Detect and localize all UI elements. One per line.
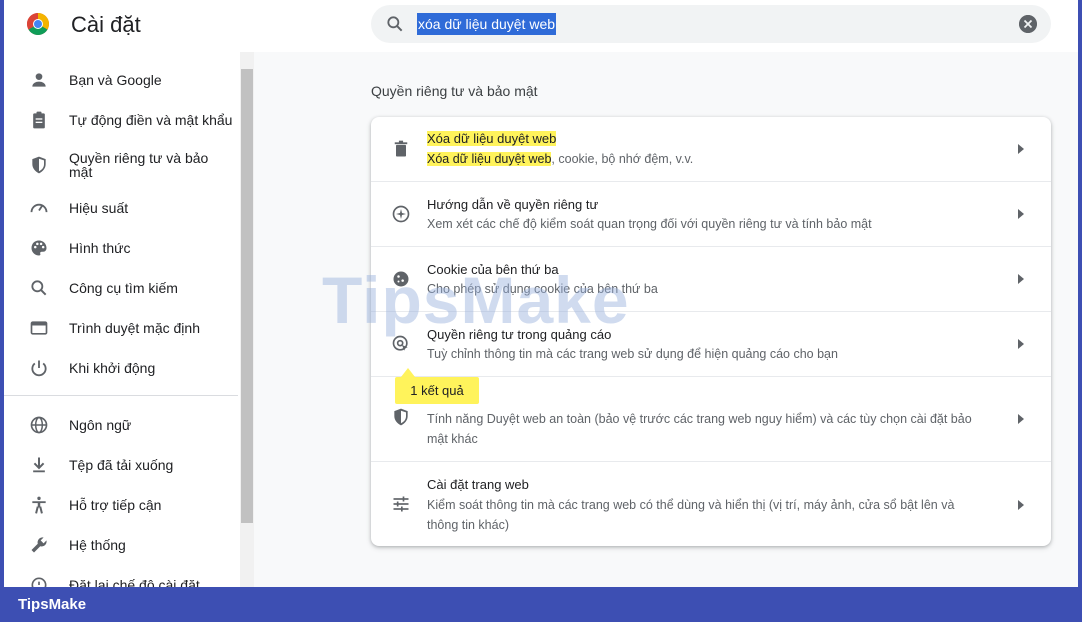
row-clear-browsing-data[interactable]: Xóa dữ liệu duyệt web Xóa dữ liệu duyệt … (371, 117, 1051, 182)
sidebar-item-accessibility[interactable]: Hỗ trợ tiếp cận (4, 486, 240, 524)
sidebar-item-system[interactable]: Hệ thống (4, 526, 240, 564)
sidebar-item-autofill[interactable]: Tự động điền và mật khẩu (4, 101, 240, 139)
sidebar-item-privacy[interactable]: Quyền riêng tư và bảo mật (4, 146, 240, 184)
sidebar: Bạn và Google Tự động điền và mật khẩu Q… (4, 52, 242, 587)
person-icon (32, 73, 46, 87)
highlight-match: Xóa dữ liệu duyệt web (427, 131, 557, 146)
arrow-right-icon (1018, 339, 1024, 349)
search-icon (387, 16, 403, 32)
row-desc: Tính năng Duyệt web an toàn (bảo vệ trướ… (427, 412, 972, 446)
shield-icon (32, 156, 46, 174)
section-title: Quyền riêng tư và bảo mật (371, 83, 538, 99)
sidebar-item-label: Khi khởi động (69, 360, 156, 376)
sidebar-item-on-startup[interactable]: Khi khởi động (4, 349, 240, 387)
row-desc: Xem xét các chế độ kiểm soát quan trọng … (427, 217, 872, 231)
sidebar-item-label: Bạn và Google (69, 72, 162, 88)
row-title: Hướng dẫn về quyền riêng tư (427, 197, 599, 212)
sidebar-scrollbar-thumb[interactable] (241, 69, 253, 523)
sidebar-item-label: Hiệu suất (69, 200, 129, 216)
sidebar-item-performance[interactable]: Hiệu suất (4, 189, 240, 227)
palette-icon (31, 240, 47, 256)
clipboard-icon (33, 111, 45, 129)
arrow-right-icon (1018, 500, 1024, 510)
sidebar-item-label: Tệp đã tải xuống (69, 457, 174, 473)
sidebar-item-you-and-google[interactable]: Bạn và Google (4, 61, 240, 99)
sidebar-item-label: Đặt lại chế độ cài đặt (69, 577, 200, 587)
sidebar-item-label: Công cụ tìm kiếm (69, 280, 178, 296)
sidebar-item-label: Trình duyệt mặc định (69, 320, 200, 336)
download-icon (33, 457, 45, 473)
compass-icon (392, 205, 410, 223)
speedometer-icon (30, 203, 48, 213)
search-box[interactable]: xóa dữ liệu duyệt web (371, 5, 1051, 43)
tune-icon (393, 496, 409, 512)
sidebar-item-appearance[interactable]: Hình thức (4, 229, 240, 267)
power-icon (31, 360, 47, 377)
arrow-right-icon (1018, 144, 1024, 154)
sidebar-item-label: Ngôn ngữ (69, 417, 132, 433)
row-desc: Tuỳ chỉnh thông tin mà các trang web sử … (427, 347, 838, 361)
sidebar-item-label: Hỗ trợ tiếp cận (69, 497, 162, 513)
row-desc: Xóa dữ liệu duyệt web, cookie, bộ nhớ đệ… (427, 152, 694, 166)
sidebar-item-languages[interactable]: Ngôn ngữ (4, 406, 240, 444)
row-privacy-guide[interactable]: Hướng dẫn về quyền riêng tư Xem xét các … (371, 181, 1051, 246)
row-desc: Kiểm soát thông tin mà các trang web có … (427, 498, 955, 532)
settings-window: Cài đặt xóa dữ liệu duyệt web Bạn và Goo… (4, 0, 1078, 587)
sidebar-item-search-engine[interactable]: Công cụ tìm kiếm (4, 269, 240, 307)
shield-icon (394, 408, 408, 426)
tooltip-tail (401, 368, 415, 377)
sidebar-item-reset[interactable]: Đặt lại chế độ cài đặt (4, 566, 240, 587)
arrow-right-icon (1018, 274, 1024, 284)
sidebar-item-label: Tự động điền và mật khẩu (69, 112, 233, 128)
browser-icon (30, 321, 48, 335)
sidebar-divider (4, 395, 238, 396)
page-title: Cài đặt (71, 12, 141, 37)
trash-icon (394, 140, 408, 157)
accessibility-icon (32, 496, 46, 514)
arrow-right-icon (1018, 414, 1024, 424)
row-title: Xóa dữ liệu duyệt web (427, 131, 557, 146)
sidebar-item-label: Hệ thống (69, 537, 126, 553)
clear-search-icon[interactable] (1019, 15, 1037, 33)
header: Cài đặt xóa dữ liệu duyệt web (4, 0, 1078, 52)
arrow-right-icon (1018, 209, 1024, 219)
search-input[interactable]: xóa dữ liệu duyệt web (417, 13, 557, 35)
chrome-logo-icon (27, 13, 49, 35)
row-title: Cài đặt trang web (427, 477, 529, 492)
sidebar-item-label: Hình thức (69, 240, 131, 256)
globe-icon (30, 416, 48, 434)
sidebar-item-label: Quyền riêng tư và bảo mật (69, 150, 209, 180)
highlight-match: Xóa dữ liệu duyệt web (427, 152, 552, 166)
wrench-icon (31, 537, 47, 553)
row-site-settings[interactable]: Cài đặt trang web Kiểm soát thông tin mà… (371, 461, 1051, 546)
search-results-tooltip: 1 kết quả (395, 377, 479, 404)
watermark: TipsMake (322, 263, 630, 337)
sidebar-item-downloads[interactable]: Tệp đã tải xuống (4, 446, 240, 484)
brand-label: TipsMake (18, 596, 87, 613)
sidebar-item-default-browser[interactable]: Trình duyệt mặc định (4, 309, 240, 347)
reset-icon (31, 577, 47, 587)
search-icon (31, 280, 47, 296)
